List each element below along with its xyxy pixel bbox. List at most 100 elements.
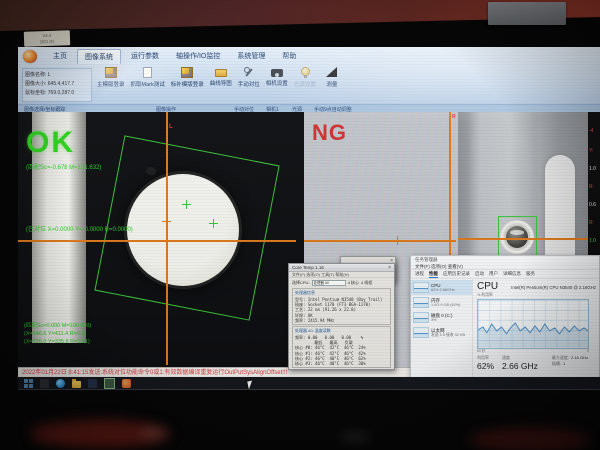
sidebar-item-cpu[interactable]: CPU 62% 2.66GHz — [411, 280, 472, 295]
edge-readout: 1.0 — [589, 166, 596, 172]
memory-sparkline-icon — [413, 297, 429, 308]
tm-tab-processes[interactable]: 进程 — [415, 271, 424, 277]
tab-run-params[interactable]: 运行参数 — [124, 49, 166, 64]
task-manager-window[interactable]: 任务管理器 文件(F) 选项(O) 查看(V) 进程 性能 应用历史记录 启动 … — [410, 255, 600, 378]
edge-readout: -4 — [589, 128, 593, 134]
curve-export-button[interactable]: 曲线导图 — [208, 66, 234, 88]
folder-icon — [215, 69, 227, 77]
ribbon: 主页 图像系统 运行参数 轴操作/IO监控 系统管理 帮助 图像名称: L 图像… — [18, 47, 600, 112]
core-temp-title: Core Temp 1.16 — [292, 265, 324, 270]
bezel-reflection — [470, 428, 590, 450]
core-count: 4 核心 — [348, 280, 359, 286]
wrench-icon — [243, 67, 255, 78]
edge-browser-icon[interactable] — [56, 379, 65, 388]
bezel-reflection — [340, 434, 370, 440]
bezel-reflection — [140, 430, 166, 436]
crosshair-vertical-line — [166, 112, 168, 365]
file-explorer-icon[interactable] — [72, 381, 81, 388]
ethernet-sparkline-icon — [413, 327, 429, 338]
task-manager-menubar[interactable]: 文件(F) 选项(O) 查看(V) — [411, 263, 599, 270]
sidebar-item-memory[interactable]: 内存 1.4/1.9 GB (62%) — [411, 295, 472, 310]
edge-readout: 0.6 — [589, 202, 596, 208]
app-icon-dark[interactable] — [88, 379, 97, 388]
bulb-icon — [299, 67, 311, 78]
edge-readout: Y: — [589, 148, 593, 154]
measure-button[interactable]: 测量 — [320, 66, 344, 89]
tm-tab-services[interactable]: 服务 — [526, 271, 535, 277]
select-cpu-label: 选择CPU: — [292, 280, 310, 286]
camera-settings-button[interactable]: 相机设置 — [264, 66, 290, 88]
detection-box-overlay — [498, 216, 537, 255]
start-icon[interactable] — [24, 379, 33, 388]
main-template-login-button[interactable]: 主模版登录 — [95, 66, 127, 89]
tab-image-system[interactable]: 图像系统 — [77, 49, 121, 64]
camera-icon — [271, 69, 283, 77]
edge-readout: R: — [589, 220, 594, 226]
task-manager-title: 任务管理器 — [411, 256, 599, 263]
tm-tab-users[interactable]: 用户 — [489, 271, 498, 277]
grab-mark-test-button[interactable]: 抓取Mark测试 — [129, 66, 167, 89]
sticker-line2: 2021-01 — [24, 38, 70, 46]
edge-readout: R: — [589, 184, 594, 190]
orange-cross-marker — [162, 217, 171, 226]
axis-label-right: R — [452, 114, 456, 120]
mouse-coord-row: 鼠标坐标: 769.0,287.0 — [25, 89, 91, 98]
image-size-row: 图像大小: 645.4,417.7 — [25, 80, 91, 89]
app-icon-orange[interactable] — [122, 379, 131, 388]
cpu-heading: CPU — [477, 281, 498, 292]
ruler-triangle-icon — [326, 67, 337, 77]
cpu-static-stats: 最大速度:2.16 GHz 插槽:1 — [552, 355, 588, 371]
ng-camera-view[interactable]: NG R — [304, 112, 456, 268]
monitor-screen: 主页 图像系统 运行参数 轴操作/IO监控 系统管理 帮助 图像名称: L 图像… — [18, 47, 600, 390]
tab-home[interactable]: 主页 — [46, 49, 74, 64]
sidebar-item-disk[interactable]: 磁盘 0 (C:) 3% — [411, 310, 472, 325]
close-icon[interactable]: × — [388, 265, 391, 271]
tab-system-admin[interactable]: 系统管理 — [230, 49, 272, 64]
thread-count: 4 线程 — [361, 280, 372, 286]
menu-tabs: 主页 图像系统 运行参数 轴操作/IO监控 系统管理 帮助 — [46, 49, 303, 64]
tm-tab-app-history[interactable]: 应用历史记录 — [443, 271, 470, 277]
calib-template-login-button[interactable]: 标补模版登录 — [169, 66, 206, 89]
left-camera-view[interactable]: L OK (匹配Sc=-0.678 M=131.632) (已对位 X=0.00… — [18, 112, 296, 365]
cpu-utilization-graph — [477, 299, 589, 349]
temperature-table: 频率: 0.00 0.00 0.00 % 最低 最高 负载 核心 #0: 46°… — [295, 335, 388, 366]
right-camera-view[interactable] — [458, 112, 588, 255]
app-logo-icon[interactable] — [23, 50, 37, 63]
template-cube-icon — [105, 67, 117, 78]
cpu-graph-line — [478, 300, 588, 348]
crosshair-vertical-line — [449, 112, 451, 268]
cpu-select-dropdown[interactable]: 处理器 #0 — [312, 280, 346, 286]
green-cross-marker — [209, 219, 218, 228]
cpu-sparkline-icon — [413, 282, 429, 293]
sidebar-item-ethernet[interactable]: 以太网 发送 2.5 接收 32 KB — [411, 325, 472, 340]
speed-stat: 速度 2.66 GHz — [502, 355, 538, 371]
performance-sidebar: CPU 62% 2.66GHz 内存 1.4/1.9 GB (62%) 磁盘 0… — [411, 279, 473, 378]
tm-tab-details[interactable]: 详细信息 — [503, 271, 521, 277]
tm-tab-startup[interactable]: 启动 — [475, 271, 484, 277]
ribbon-group-strip: 图像选择/坐标跟踪 图像操作 手动对位 相机1 光源 手动9点自动调整 — [18, 104, 600, 112]
crosshair-horizontal-line — [458, 238, 588, 240]
crosshair-horizontal-line — [304, 240, 456, 242]
orange-cross-marker — [393, 236, 402, 245]
core-temp-window[interactable]: Core Temp 1.16 × 文件(F) 选项(O) 工具(T) 帮助(H)… — [288, 263, 395, 370]
task-manager-tabs: 进程 性能 应用历史记录 启动 用户 详细信息 服务 — [411, 270, 599, 279]
template-cube-icon — [181, 67, 193, 78]
image-name-row: 图像名称: L — [25, 71, 91, 80]
green-cross-marker — [182, 200, 191, 209]
align-result-text: (已对位 X=0.0000 Y=-0.0000 R=0.0000) — [26, 224, 133, 233]
light-settings-button[interactable]: 光源设置 — [292, 66, 318, 89]
tab-help[interactable]: 帮助 — [275, 49, 303, 64]
vision-app-icon[interactable] — [104, 378, 115, 389]
search-icon[interactable] — [40, 379, 49, 388]
utilization-stat: 利用率 62% — [477, 355, 494, 371]
bezel-reflection — [30, 420, 170, 448]
manual-align-button[interactable]: 手动对位 — [236, 66, 262, 89]
result-ok-text: OK — [26, 126, 75, 160]
result-ng-text: NG — [312, 120, 347, 146]
temperature-group: 处理器 #0: 温度读数 频率: 0.00 0.00 0.00 % 最低 最高 … — [292, 326, 391, 368]
axis-label-left: L — [169, 124, 173, 130]
ribbon-buttons: 主模版登录 抓取Mark测试 标补模版登录 曲线导图 手动对位 — [95, 66, 344, 89]
graph-label: % 利用率 — [477, 293, 596, 298]
tab-axis-io[interactable]: 轴操作/IO监控 — [169, 49, 227, 64]
tm-tab-performance[interactable]: 性能 — [429, 271, 438, 278]
